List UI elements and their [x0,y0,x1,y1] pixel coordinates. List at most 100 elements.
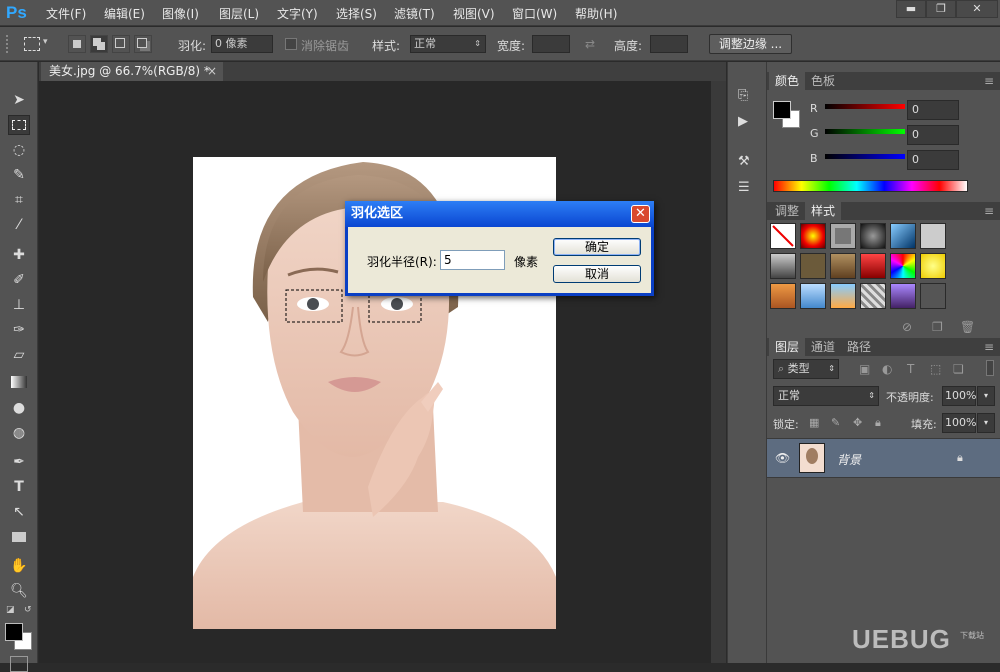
vertical-scrollbar[interactable] [711,81,726,663]
lock-position-icon[interactable]: ✥ [853,416,862,429]
height-input[interactable] [650,35,688,53]
restore-button[interactable]: ❐ [926,0,956,18]
stamp-tool-icon[interactable]: ⊥ [8,295,30,315]
delete-style-icon[interactable]: 🗑︎ [960,320,975,334]
tab-layers[interactable]: 图层 [769,338,806,356]
tab-styles[interactable]: 样式 [805,202,842,220]
tab-swatches[interactable]: 色板 [805,72,841,90]
opacity-input[interactable]: 100% [942,386,976,406]
quick-select-icon[interactable]: ✎ [8,165,30,185]
eye-visibility-icon[interactable]: 👁︎ [775,451,790,465]
layer-filter-select[interactable]: ⌕ 类型 ⇕ [773,359,839,379]
panel-menu-icon[interactable]: ≡ [978,72,1000,90]
menu-type[interactable]: 文字(Y) [277,5,318,22]
history-panel-icon[interactable]: ⎘ [738,88,756,104]
tab-paths[interactable]: 路径 [841,338,877,356]
lock-pixels-icon[interactable]: ✎ [831,416,840,429]
subtract-selection-icon[interactable] [112,35,130,53]
lock-transparent-icon[interactable]: ▦ [809,416,819,429]
dialog-close-icon[interactable]: ✕ [631,205,650,223]
pen-tool-icon[interactable]: ✒ [8,452,30,472]
channel-r-input[interactable]: 0 [907,100,959,120]
style-swatch[interactable] [890,223,916,249]
color-spectrum-bar[interactable] [773,180,968,192]
channel-b-input[interactable]: 0 [907,150,959,170]
tab-adjustments[interactable]: 调整 [769,202,805,220]
eyedropper-icon[interactable]: ⁄ [8,215,30,235]
document-tab[interactable]: 美女.jpg @ 66.7%(RGB/8) * × [41,62,223,81]
blend-mode-select[interactable]: 正常 ⇕ [773,386,879,406]
dodge-tool-icon[interactable]: ◍ [8,423,30,443]
style-swatch[interactable] [770,283,796,309]
refine-edge-button[interactable]: 调整边缘 ... [709,34,792,54]
quick-mask-icon[interactable] [10,656,28,672]
style-swatch[interactable] [860,253,886,279]
menu-window[interactable]: 窗口(W) [512,5,557,22]
filter-type-icon[interactable]: T [907,362,914,376]
style-swatch[interactable] [920,223,946,249]
style-swatch[interactable] [830,253,856,279]
minimize-button[interactable]: ▬ [896,0,926,18]
menu-select[interactable]: 选择(S) [336,5,377,22]
filter-shape-icon[interactable]: ⬚ [930,362,941,376]
tab-channels[interactable]: 通道 [805,338,841,356]
style-swatch[interactable] [800,253,826,279]
swap-colors-icon[interactable]: ↺ [24,605,32,615]
layer-row[interactable]: 👁︎ 背景 🔒︎ [767,438,1000,478]
menu-view[interactable]: 视图(V) [453,5,495,22]
clear-style-icon[interactable]: ⊘ [902,320,912,334]
style-swatch[interactable] [830,283,856,309]
opacity-chevron-icon[interactable]: ▾ [977,386,995,406]
hand-tool-icon[interactable]: ✋ [8,556,30,576]
filter-toggle[interactable] [986,360,994,376]
style-none-swatch[interactable] [770,223,796,249]
eraser-tool-icon[interactable]: ▱ [8,345,30,365]
filter-pixel-icon[interactable]: ▣ [859,362,870,376]
type-tool-icon[interactable]: T [8,477,30,497]
brush-tool-icon[interactable]: ✐ [8,270,30,290]
menu-filter[interactable]: 滤镜(T) [394,5,435,22]
style-swatch[interactable] [800,283,826,309]
style-swatch[interactable] [860,283,886,309]
rectangle-tool-icon[interactable] [8,527,30,547]
style-swatch[interactable] [770,253,796,279]
style-swatch[interactable] [920,253,946,279]
feather-input[interactable]: 0 像素 [211,35,273,53]
channel-g-slider[interactable] [825,129,905,134]
healing-brush-icon[interactable]: ✚ [8,245,30,265]
menu-help[interactable]: 帮助(H) [575,5,617,22]
tab-color[interactable]: 颜色 [769,72,806,90]
antialias-checkbox[interactable] [285,38,297,50]
swap-icon[interactable]: ⇄ [585,37,595,51]
style-select[interactable]: 正常 ⇕ [410,35,486,53]
menu-edit[interactable]: 编辑(E) [104,5,145,22]
width-input[interactable] [532,35,570,53]
channel-b-slider[interactable] [825,154,905,159]
filter-smart-icon[interactable]: ❏ [953,362,964,376]
style-swatch[interactable] [860,223,886,249]
new-selection-icon[interactable] [68,35,86,53]
actions-play-icon[interactable]: ▶ [738,114,756,130]
menu-file[interactable]: 文件(F) [46,5,86,22]
menu-layer[interactable]: 图层(L) [219,5,259,22]
properties-panel-icon[interactable]: ☰ [738,180,756,196]
panel-menu-icon[interactable]: ≡ [978,202,1000,220]
foreground-color-swatch[interactable] [5,623,23,641]
history-brush-icon[interactable]: ✑ [8,320,30,340]
panel-menu-icon[interactable]: ≡ [978,338,1000,356]
zoom-tool-icon[interactable]: 🔍︎ [8,581,30,601]
filter-adjust-icon[interactable]: ◐ [882,362,892,376]
gradient-tool-icon[interactable] [8,372,30,392]
ok-button[interactable]: 确定 [553,238,641,256]
close-window-button[interactable]: ✕ [956,0,998,18]
channel-r-slider[interactable] [825,104,905,109]
color-fg-swatch[interactable] [773,101,791,119]
preset-chevron-icon[interactable]: ▾ [43,37,48,47]
add-selection-icon[interactable] [90,35,108,53]
path-select-icon[interactable]: ↖ [8,502,30,522]
cancel-button[interactable]: 取消 [553,265,641,283]
channel-g-input[interactable]: 0 [907,125,959,145]
close-tab-icon[interactable]: × [207,62,217,81]
style-swatch[interactable] [800,223,826,249]
lasso-tool-icon[interactable]: ◌ [8,140,30,160]
